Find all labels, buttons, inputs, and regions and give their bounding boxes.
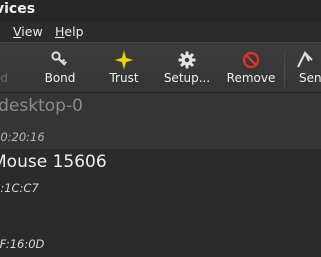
add-button[interactable]: d	[0, 43, 10, 93]
device-row[interactable]: Mouse 15606 1:1C:C7 FF:16:0D	[0, 149, 321, 257]
menu-help[interactable]: Help	[55, 24, 84, 39]
remove-button-label: Remove	[226, 71, 276, 85]
device-address-2: FF:16:0D	[0, 237, 45, 251]
send-icon	[296, 51, 314, 69]
device-list[interactable]: -desktop-0 00:20:16 Mouse 15606 1:1C:C7 …	[0, 93, 321, 257]
adapter-row[interactable]: -desktop-0 00:20:16	[0, 93, 321, 149]
send-button-label: Sen	[299, 71, 321, 85]
trust-button[interactable]: Trust	[94, 43, 154, 93]
star-icon	[115, 50, 133, 70]
setup-button[interactable]: Setup...	[157, 43, 217, 93]
adapter-address: 00:20:16	[0, 130, 45, 144]
setup-button-label: Setup...	[163, 71, 211, 85]
remove-icon	[242, 51, 260, 69]
toolbar-separator	[284, 51, 285, 87]
device-name: Mouse 15606	[0, 152, 107, 172]
trust-button-label: Trust	[109, 71, 139, 85]
menu-bar: View Help	[0, 22, 321, 42]
adapter-name: -desktop-0	[0, 96, 83, 116]
key-icon	[51, 51, 69, 69]
remove-button[interactable]: Remove	[221, 43, 281, 93]
menu-view[interactable]: View	[13, 24, 43, 39]
device-address: 1:1C:C7	[0, 181, 39, 195]
gear-icon	[178, 51, 196, 69]
bond-button-label: Bond	[44, 71, 76, 85]
blueman-window: vices View Help d Bond	[0, 0, 321, 257]
window-title: vices	[0, 1, 36, 17]
title-bar[interactable]: vices	[0, 0, 321, 22]
add-button-label: d	[0, 71, 8, 85]
toolbar: d Bond Trust Setup... Remove Sen	[0, 42, 321, 93]
send-button[interactable]: Sen	[291, 43, 321, 93]
bond-button[interactable]: Bond	[30, 43, 90, 93]
